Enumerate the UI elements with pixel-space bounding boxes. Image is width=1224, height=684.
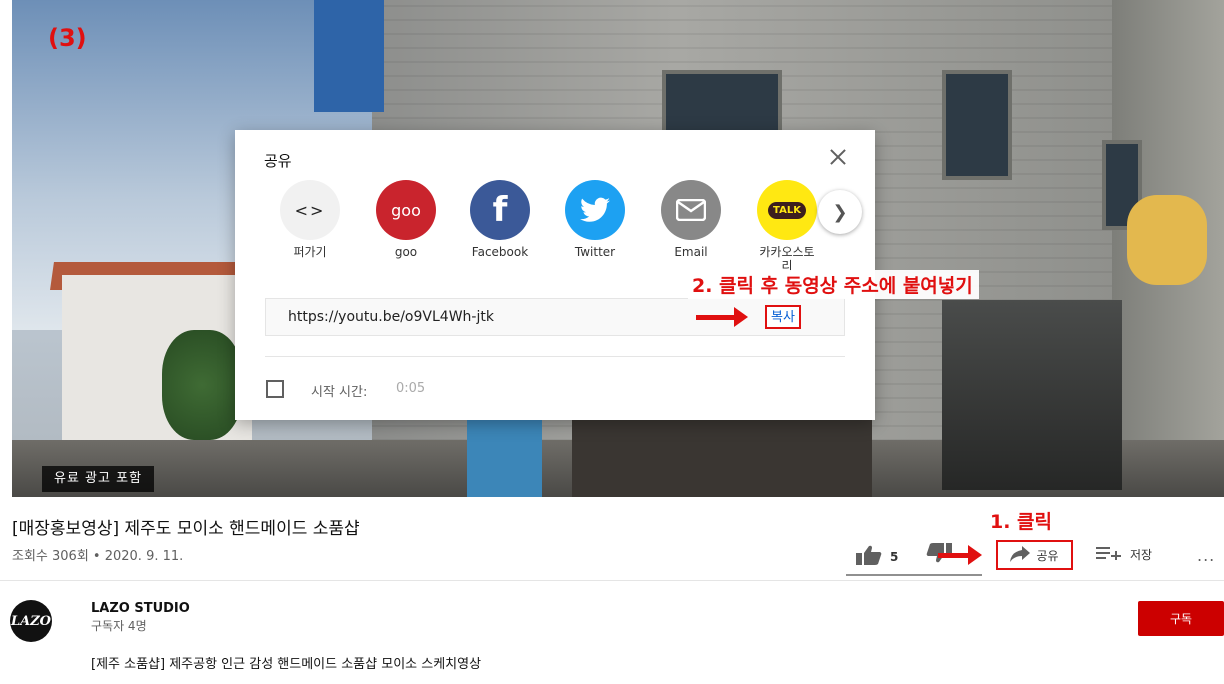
- goo-icon: goo: [376, 180, 436, 240]
- paid-promotion-badge: 유료 광고 포함: [42, 466, 155, 492]
- facebook-icon: f: [470, 180, 530, 240]
- step-label: (3): [48, 24, 87, 52]
- share-twitter-button[interactable]: Twitter: [553, 180, 637, 259]
- share-facebook-button[interactable]: f Facebook: [458, 180, 542, 259]
- kakao-talk-glyph: TALK: [768, 201, 806, 219]
- save-button-label: 저장: [1130, 548, 1153, 562]
- share-button-label: 공유: [1036, 548, 1059, 563]
- share-embed-label: 퍼가기: [293, 245, 327, 259]
- annotation-step-1: 1. 클릭: [990, 511, 1053, 533]
- thumbs-up-icon: [856, 545, 882, 569]
- email-icon: [661, 180, 721, 240]
- video-title: [매장홍보영상] 제주도 모이소 핸드메이드 소품샵: [12, 519, 360, 539]
- kakaostory-icon: TALK: [757, 180, 817, 240]
- subscriber-count: 구독자 4명: [91, 619, 147, 633]
- share-kakaostory-button[interactable]: TALK 카카오스토 리: [745, 180, 829, 273]
- share-dialog-title: 공유: [264, 152, 292, 170]
- share-dialog-divider: [265, 356, 845, 357]
- video-scene-window: [942, 70, 1012, 180]
- like-count: 5: [890, 550, 899, 564]
- video-description: [제주 소품샵] 제주공항 인근 감성 핸드메이드 소품샵 모이소 스케치영상: [91, 657, 482, 672]
- video-scene-sign: [314, 0, 384, 112]
- annotation-step-2: 2. 클릭 후 동영상 주소에 붙여넣기: [688, 270, 979, 299]
- share-email-label: Email: [674, 245, 708, 259]
- share-goo-label: goo: [394, 245, 418, 259]
- share-kakaostory-label: 카카오스토 리: [759, 245, 815, 273]
- share-url-box[interactable]: https://youtu.be/o9VL4Wh-jtk 복사: [265, 298, 845, 336]
- embed-icon: <>: [280, 180, 340, 240]
- save-button[interactable]: 저장: [1096, 546, 1152, 563]
- start-time-label: 시작 시간:: [311, 385, 368, 400]
- annotation-arrow-share: [938, 545, 982, 565]
- start-time-value: 0:05: [396, 381, 426, 396]
- channel-name[interactable]: LAZO STUDIO: [91, 601, 190, 616]
- like-button[interactable]: 5: [856, 545, 898, 569]
- share-goo-button[interactable]: goo goo: [364, 180, 448, 259]
- video-scene-glass-door: [942, 300, 1122, 490]
- share-facebook-label: Facebook: [471, 245, 529, 259]
- copy-button[interactable]: 복사: [765, 305, 801, 329]
- twitter-icon: [565, 180, 625, 240]
- start-time-checkbox[interactable]: [266, 380, 284, 398]
- video-meta: 조회수 306회 • 2020. 9. 11.: [12, 549, 184, 564]
- share-button[interactable]: 공유: [996, 540, 1073, 570]
- share-embed-button[interactable]: <> 퍼가기: [268, 180, 352, 259]
- video-scene-door: [467, 415, 542, 497]
- playlist-add-icon: [1096, 546, 1122, 563]
- share-email-button[interactable]: Email: [649, 180, 733, 259]
- close-icon[interactable]: [827, 146, 849, 168]
- divider: [0, 580, 1224, 581]
- video-scene-tree: [162, 330, 242, 440]
- share-arrow-icon: [1010, 545, 1031, 565]
- avatar[interactable]: LAZO: [10, 600, 52, 642]
- annotation-arrow-copy: [696, 307, 748, 327]
- share-url-text: https://youtu.be/o9VL4Wh-jtk: [288, 309, 494, 325]
- more-actions-icon[interactable]: ...: [1197, 546, 1215, 565]
- like-ratio-bar: [846, 574, 982, 576]
- video-scene-bear-sign: [1127, 195, 1207, 285]
- chevron-right-icon[interactable]: ❯: [818, 190, 862, 234]
- share-twitter-label: Twitter: [574, 245, 616, 259]
- subscribe-button[interactable]: 구독: [1138, 601, 1224, 636]
